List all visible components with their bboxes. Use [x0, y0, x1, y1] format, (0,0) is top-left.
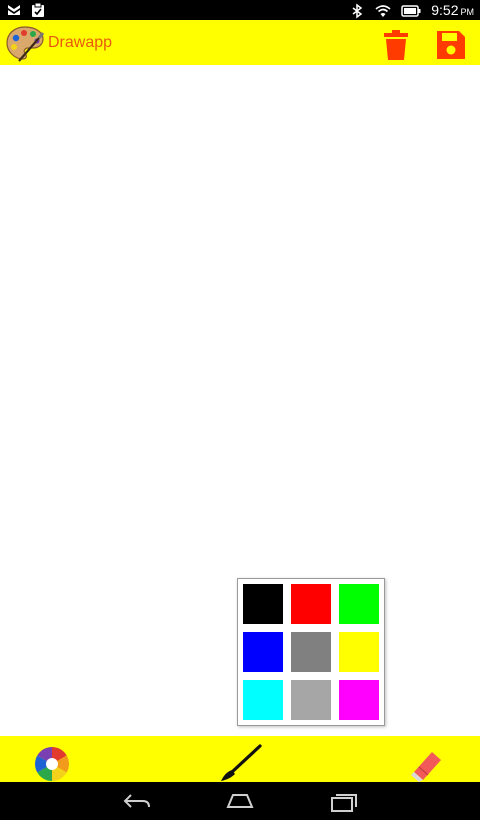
trash-icon[interactable]: [382, 29, 410, 61]
swatch-cyan[interactable]: [243, 680, 283, 720]
brush-icon[interactable]: [218, 744, 264, 782]
bluetooth-icon: [352, 3, 363, 19]
back-icon[interactable]: [121, 789, 153, 813]
swatch-blue[interactable]: [243, 632, 283, 672]
app-bar: Drawapp: [0, 20, 480, 65]
color-wheel-icon[interactable]: [34, 746, 70, 782]
swatch-green[interactable]: [339, 584, 379, 624]
bottom-toolbar: [0, 736, 480, 782]
swatch-light-gray[interactable]: [291, 680, 331, 720]
eraser-icon[interactable]: [408, 746, 444, 782]
notification-icon: [8, 5, 20, 15]
status-bar: 9:52 PM: [0, 0, 480, 20]
nav-bar: [0, 782, 480, 820]
wifi-icon: [375, 5, 391, 17]
swatch-magenta[interactable]: [339, 680, 379, 720]
status-time: 9:52 PM: [431, 2, 474, 18]
battery-icon: [401, 5, 421, 17]
swatch-red[interactable]: [291, 584, 331, 624]
palette-logo-icon: [6, 26, 45, 62]
app-title: Drawapp: [48, 34, 113, 51]
color-palette: [237, 578, 385, 726]
swatch-gray[interactable]: [291, 632, 331, 672]
home-icon[interactable]: [224, 789, 256, 813]
recents-icon[interactable]: [328, 789, 360, 813]
swatch-black[interactable]: [243, 584, 283, 624]
clipboard-icon: [32, 2, 44, 17]
swatch-yellow[interactable]: [339, 632, 379, 672]
save-icon[interactable]: [435, 29, 467, 61]
